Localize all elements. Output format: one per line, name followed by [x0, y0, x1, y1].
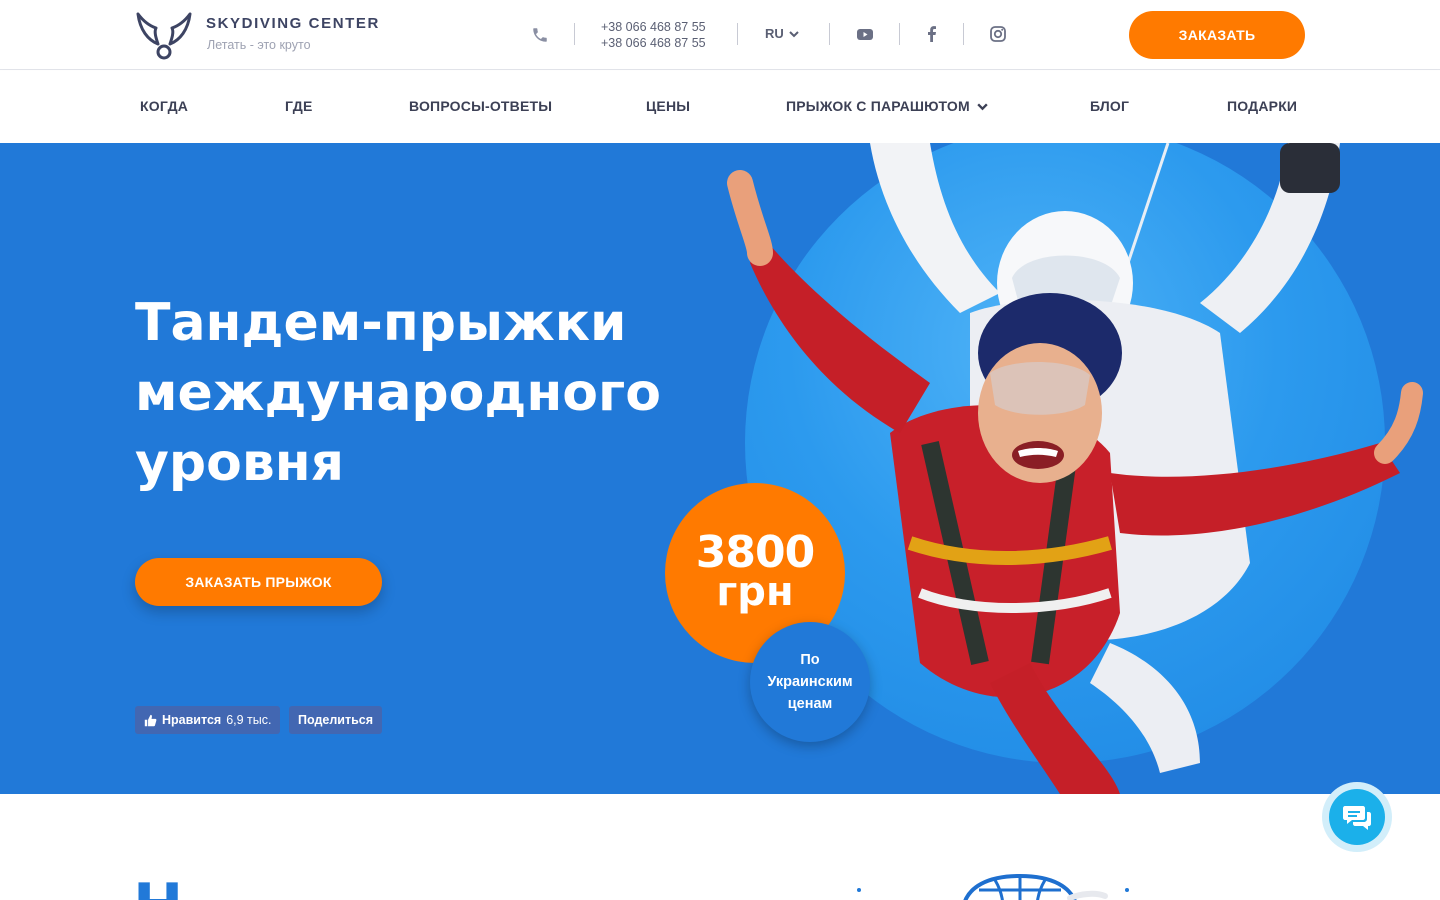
nav-item-when[interactable]: КОГДА: [140, 98, 188, 114]
nav-item-prices[interactable]: ЦЕНЫ: [646, 98, 690, 114]
nav-item-where[interactable]: ГДЕ: [285, 98, 313, 114]
globe-illustration: [857, 873, 1129, 900]
nav-item-label: ПРЫЖОК С ПАРАШЮТОМ: [786, 98, 970, 114]
hero-title-line: Тандем-прыжки: [135, 293, 627, 353]
price-value: 3800: [695, 527, 815, 578]
phone-icon: [533, 28, 547, 42]
order-jump-button[interactable]: ЗАКАЗАТЬ ПРЫЖОК: [135, 558, 382, 606]
language-label: RU: [765, 26, 784, 41]
divider: [899, 23, 900, 45]
phone-number-2[interactable]: +38 066 468 87 55: [601, 35, 706, 51]
price-note-badge: По Украинским ценам: [750, 622, 870, 742]
language-selector[interactable]: RU: [765, 26, 800, 41]
nav-item-gifts[interactable]: ПОДАРКИ: [1227, 98, 1297, 114]
hero-title: Тандем-прыжки международного уровня: [135, 288, 695, 498]
facebook-icon[interactable]: [922, 24, 942, 44]
hero-section: Тандем-прыжки международного уровня ЗАКА…: [0, 143, 1440, 794]
divider: [574, 23, 575, 45]
youtube-icon[interactable]: [855, 24, 875, 44]
nav-item-faq[interactable]: ВОПРОСЫ-ОТВЕТЫ: [409, 98, 552, 114]
chevron-down-icon: [977, 102, 988, 110]
instagram-icon[interactable]: [988, 24, 1008, 44]
divider: [963, 23, 964, 45]
facebook-like-button[interactable]: Нравится 6,9 тыс.: [135, 706, 281, 734]
share-label: Поделиться: [298, 713, 374, 727]
facebook-share-button[interactable]: Поделиться: [289, 706, 383, 734]
main-nav: КОГДА ГДЕ ВОПРОСЫ-ОТВЕТЫ ЦЕНЫ ПРЫЖОК С П…: [0, 71, 1440, 143]
price-note-line: Украинским: [767, 674, 853, 690]
brand-tagline: Летать - это круто: [207, 38, 311, 52]
hero-title-line: международного: [135, 363, 661, 423]
nav-item-blog[interactable]: БЛОГ: [1090, 98, 1129, 114]
top-bar: SKYDIVING CENTER Летать - это круто +38 …: [0, 0, 1440, 70]
price-note-line: ценам: [787, 696, 833, 712]
like-label: Нравится: [162, 713, 222, 727]
thumbs-up-icon: [144, 714, 157, 726]
chevron-down-icon: [789, 30, 799, 37]
divider: [829, 23, 830, 45]
logo-wings-icon[interactable]: [134, 8, 194, 62]
divider: [737, 23, 738, 45]
order-button[interactable]: ЗАКАЗАТЬ: [1129, 11, 1305, 59]
like-count: 6,9 тыс.: [226, 713, 272, 727]
price-currency: грн: [716, 569, 794, 615]
chat-widget-button[interactable]: [1322, 782, 1392, 852]
hero-title-line: уровня: [135, 433, 345, 493]
chat-bubble-icon: [1343, 806, 1371, 830]
price-note-line: По: [800, 652, 820, 668]
brand-name[interactable]: SKYDIVING CENTER: [206, 15, 380, 32]
phone-numbers[interactable]: +38 066 468 87 55 +38 066 468 87 55: [601, 19, 706, 51]
phone-number-1[interactable]: +38 066 468 87 55: [601, 19, 706, 35]
chat-button-inner: [1329, 789, 1385, 845]
nav-item-parachute-jump[interactable]: ПРЫЖОК С ПАРАШЮТОМ: [786, 98, 989, 114]
section-heading: Н: [133, 876, 183, 900]
